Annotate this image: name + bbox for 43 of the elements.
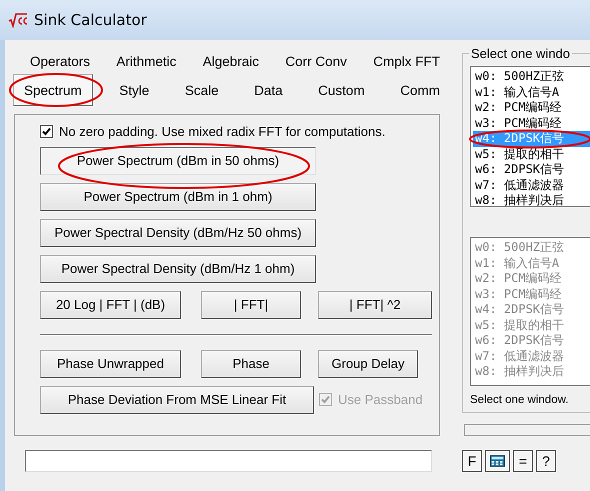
square-root-icon: [8, 12, 28, 28]
list-item[interactable]: w2: PCM编码经: [473, 100, 590, 116]
list-item[interactable]: w0: 500HZ正弦: [473, 69, 590, 84]
tab[interactable]: Corr Conv: [276, 48, 356, 74]
list-item[interactable]: w8: 抽样判决后: [473, 193, 590, 206]
phase-button[interactable]: Phase Unwrapped: [40, 350, 181, 378]
tool-button[interactable]: =: [513, 450, 533, 472]
list-item[interactable]: w6: 2DPSK信号: [473, 162, 590, 178]
tab[interactable]: Scale: [176, 74, 228, 106]
input-field[interactable]: [25, 450, 432, 472]
group-title: Select one windo: [469, 46, 572, 61]
list-item[interactable]: w3: PCM编码经: [473, 116, 590, 131]
tool-button[interactable]: F: [462, 450, 482, 472]
tab[interactable]: Custom: [309, 74, 374, 106]
checkbox-label: No zero padding. Use mixed radix FFT for computations.: [59, 124, 386, 138]
hint-text: Select one window.: [470, 394, 570, 406]
phase-button[interactable]: Phase: [201, 350, 301, 378]
phase-button[interactable]: Group Delay: [318, 350, 418, 378]
window-list[interactable]: w0: 500HZ正弦 w1: 输入信号A w2: PCM编码经 w3: PCM编码经 w4: 2DPSK信号 w5: 提取的相干 w6: 2DPSK信号 w7: 低通滤波器 w8: 抽样判决后: [470, 66, 590, 208]
checkbox-label: Use Passband: [338, 392, 423, 407]
tool-button[interactable]: ?: [536, 450, 556, 472]
spectrum-button[interactable]: Power Spectral Density (dBm/Hz 1 ohm): [40, 254, 316, 282]
calculator-icon: [490, 454, 505, 468]
calculator-button[interactable]: [485, 450, 510, 472]
list-item[interactable]: w5: 提取的相干: [473, 146, 590, 162]
tab[interactable]: Cmplx FFT: [364, 48, 449, 74]
window-title: Sink Calculator: [34, 11, 147, 29]
spectrum-button[interactable]: | FFT| ^2: [318, 290, 432, 318]
tab[interactable]: Comm: [391, 74, 449, 106]
spectrum-button[interactable]: Power Spectral Density (dBm/Hz 50 ohms): [40, 218, 316, 246]
spectrum-button[interactable]: Power Spectrum (dBm in 50 ohms): [40, 146, 316, 174]
checkbox[interactable]: [40, 124, 53, 138]
phase-button[interactable]: Phase Deviation From MSE Linear Fit: [40, 386, 314, 414]
tab[interactable]: Algebraic: [194, 48, 268, 74]
tab[interactable]: Style: [110, 74, 158, 106]
spectrum-button[interactable]: 20 Log | FFT | (dB): [40, 290, 181, 318]
spectrum-button[interactable]: Power Spectrum (dBm in 1 ohm): [40, 182, 316, 210]
tab[interactable]: Data: [245, 74, 292, 106]
tab[interactable]: Arithmetic: [107, 48, 186, 74]
list-item[interactable]: w1: 输入信号A: [473, 84, 590, 100]
list-item[interactable]: w7: 低通滤波器: [473, 178, 590, 193]
tab[interactable]: Operators: [21, 48, 100, 74]
spectrum-button[interactable]: | FFT|: [201, 290, 301, 318]
